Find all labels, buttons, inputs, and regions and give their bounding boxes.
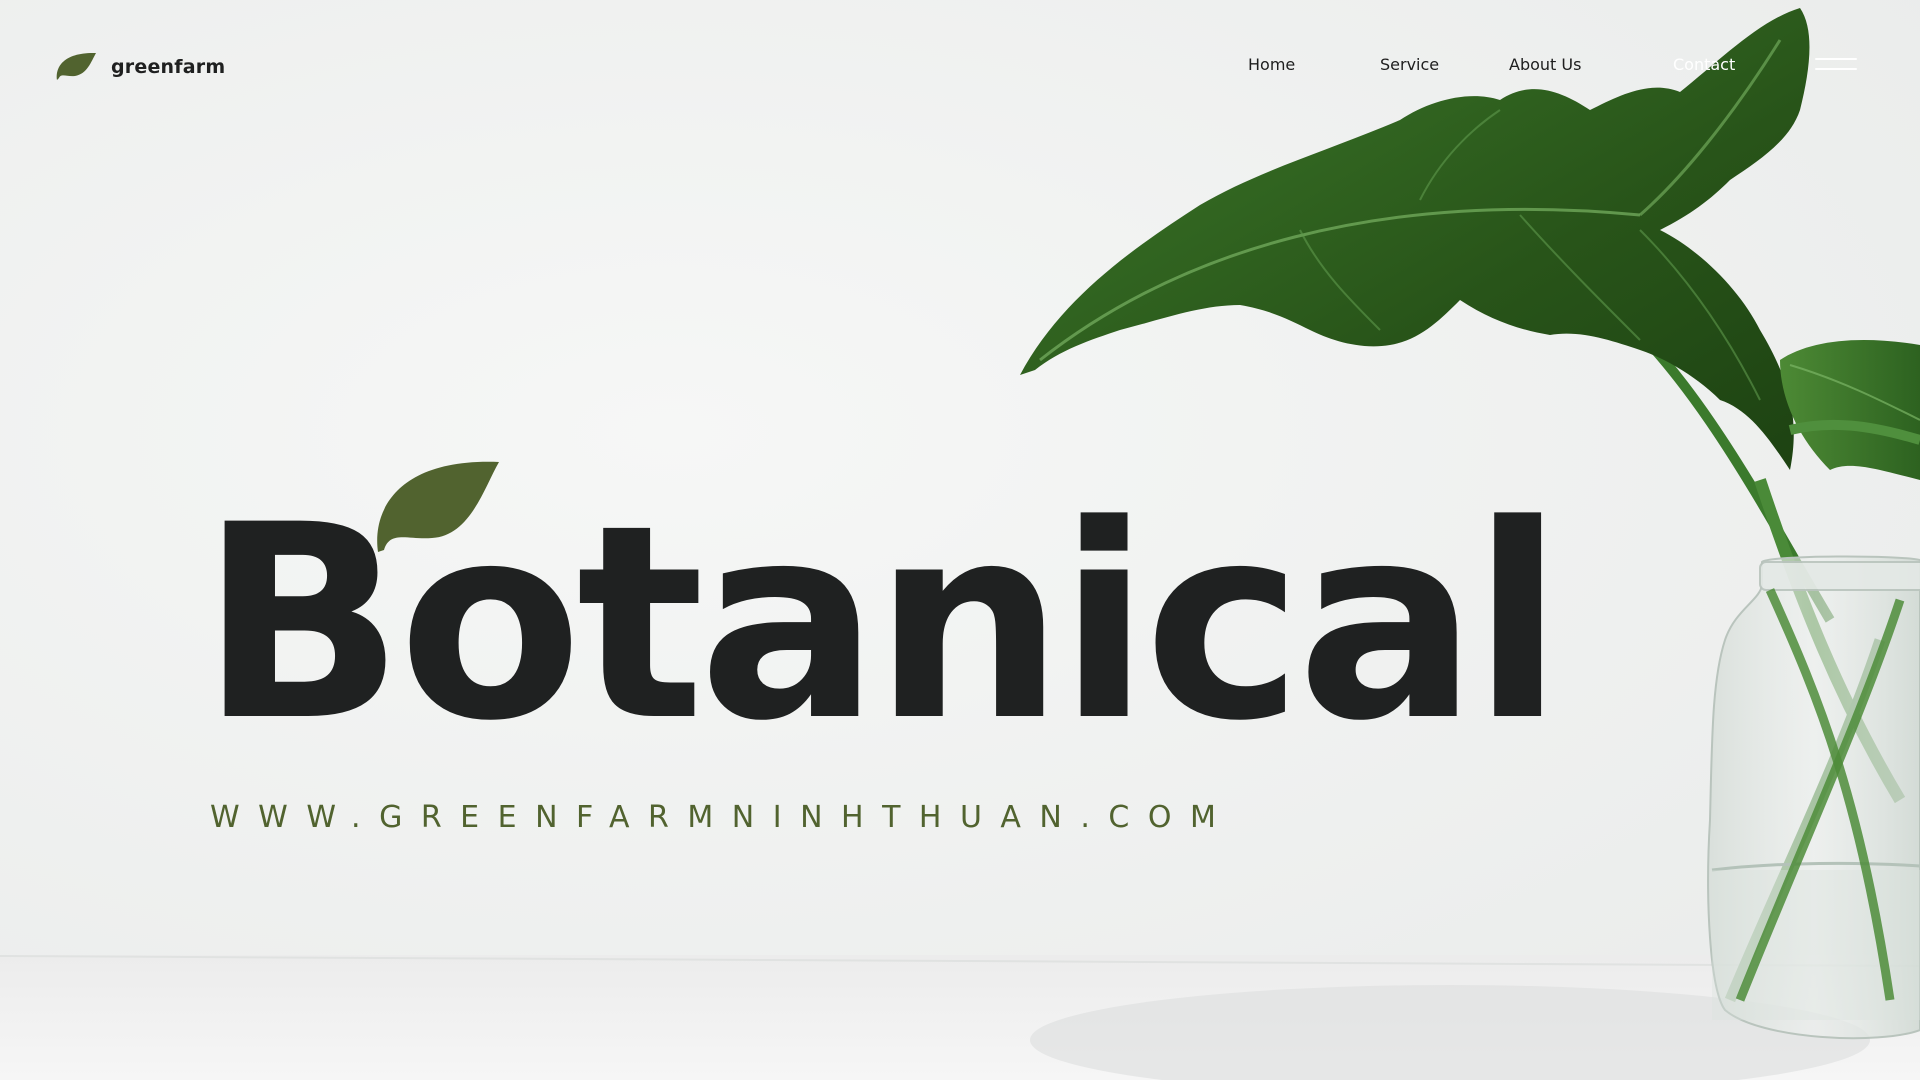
brand-logo[interactable]: greenfarm [55,48,225,86]
nav-contact[interactable]: Contact [1673,55,1735,74]
leaf-icon [55,48,97,86]
hero-title: Botanical [200,468,1564,780]
nav-about-us[interactable]: About Us [1509,55,1581,74]
nav-service[interactable]: Service [1380,55,1439,74]
nav-home[interactable]: Home [1248,55,1295,74]
brand-name: greenfarm [111,56,226,78]
website-url[interactable]: WWW.GREENFARMNINHTHUAN.COM [210,800,1234,835]
hamburger-menu-icon[interactable] [1815,58,1857,74]
